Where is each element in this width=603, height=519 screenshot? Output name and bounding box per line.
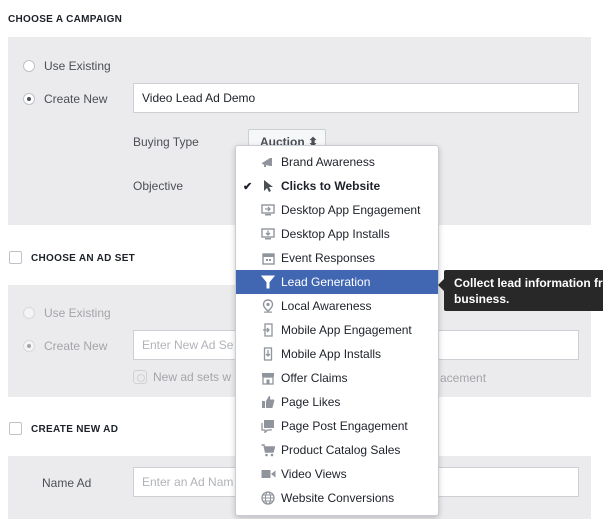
- objective-option-website-conversions[interactable]: Website Conversions: [236, 486, 438, 510]
- adset-section-title: CHOOSE AN AD SET: [31, 253, 136, 264]
- tooltip-line-1: Collect lead information fro: [454, 276, 603, 290]
- objective-option-label: Mobile App Installs: [281, 347, 382, 361]
- tooltip-line-2: business.: [454, 292, 510, 306]
- adset-note-left: New ad sets w: [153, 370, 232, 384]
- adset-note-right: acement: [440, 371, 487, 385]
- objective-option-lead-generation[interactable]: Lead Generation: [236, 270, 438, 294]
- campaign-name-input[interactable]: Video Lead Ad Demo: [133, 83, 579, 113]
- lead-generation-tooltip: Collect lead information fro business.: [438, 270, 603, 311]
- megaphone-icon: [260, 154, 276, 170]
- funnel-icon: [260, 274, 276, 290]
- mobile-install-icon: [260, 346, 276, 362]
- objective-option-offer-claims[interactable]: Offer Claims: [236, 366, 438, 390]
- cart-icon: [260, 442, 276, 458]
- objective-option-label: Lead Generation: [281, 275, 371, 289]
- objective-option-page-post-engagement[interactable]: Page Post Engagement: [236, 414, 438, 438]
- objective-option-label: Local Awareness: [281, 299, 372, 313]
- objective-option-label: Website Conversions: [281, 491, 395, 505]
- thumbs-up-icon: [260, 394, 276, 410]
- objective-option-video-views[interactable]: Video Views: [236, 462, 438, 486]
- globe-icon: [260, 490, 276, 506]
- campaign-create-new-radio[interactable]: Create New: [23, 92, 107, 106]
- objective-dropdown[interactable]: Brand Awareness ✔ Clicks to Website Desk…: [235, 145, 439, 516]
- radio-circle-checked[interactable]: [23, 340, 35, 352]
- mobile-engage-icon: [260, 322, 276, 338]
- adset-create-new-label: Create New: [44, 339, 108, 353]
- instagram-icon: [133, 370, 147, 384]
- campaign-create-new-label: Create New: [44, 92, 108, 106]
- video-icon: [260, 466, 276, 482]
- ad-section-title: CREATE NEW AD: [31, 424, 119, 435]
- objective-option-label: Mobile App Engagement: [281, 323, 412, 337]
- ad-section-checkbox[interactable]: [9, 422, 22, 435]
- objective-option-page-likes[interactable]: Page Likes: [236, 390, 438, 414]
- ad-name-label: Name Ad: [42, 476, 92, 490]
- radio-circle-checked[interactable]: [23, 93, 35, 105]
- checkmark-icon: ✔: [243, 180, 253, 193]
- post-icon: [260, 418, 276, 434]
- objective-option-label: Page Post Engagement: [281, 419, 408, 433]
- radio-circle[interactable]: [23, 60, 35, 72]
- objective-option-local-awareness[interactable]: Local Awareness: [236, 294, 438, 318]
- campaign-use-existing-radio[interactable]: Use Existing: [23, 59, 111, 73]
- objective-option-product-catalog-sales[interactable]: Product Catalog Sales: [236, 438, 438, 462]
- objective-option-label: Product Catalog Sales: [281, 443, 401, 457]
- objective-option-brand-awareness[interactable]: Brand Awareness: [236, 150, 438, 174]
- desktop-install-icon: [260, 226, 276, 242]
- objective-option-clicks-to-website[interactable]: ✔ Clicks to Website: [236, 174, 438, 198]
- radio-circle[interactable]: [23, 307, 35, 319]
- objective-option-mobile-app-engagement[interactable]: Mobile App Engagement: [236, 318, 438, 342]
- objective-option-event-responses[interactable]: Event Responses: [236, 246, 438, 270]
- adset-note: New ad sets w: [133, 370, 231, 384]
- buying-type-label: Buying Type: [133, 135, 199, 149]
- objective-option-label: Desktop App Engagement: [281, 203, 421, 217]
- objective-option-label: Video Views: [281, 467, 347, 481]
- cursor-icon: [260, 178, 276, 194]
- objective-option-desktop-app-installs[interactable]: Desktop App Installs: [236, 222, 438, 246]
- campaign-section-title: CHOOSE A CAMPAIGN: [8, 14, 123, 25]
- calendar-icon: [260, 250, 276, 266]
- adset-create-new-radio[interactable]: Create New: [23, 339, 107, 353]
- desktop-engage-icon: [260, 202, 276, 218]
- store-icon: [260, 370, 276, 386]
- adset-use-existing-radio[interactable]: Use Existing: [23, 306, 111, 320]
- objective-option-label: Desktop App Installs: [281, 227, 390, 241]
- objective-option-desktop-app-engagement[interactable]: Desktop App Engagement: [236, 198, 438, 222]
- objective-option-label: Offer Claims: [281, 371, 348, 385]
- objective-option-label: Brand Awareness: [281, 155, 375, 169]
- campaign-use-existing-label: Use Existing: [44, 59, 111, 73]
- adset-use-existing-label: Use Existing: [44, 306, 111, 320]
- objective-option-label: Event Responses: [281, 251, 376, 265]
- objective-option-label: Page Likes: [281, 395, 341, 409]
- pin-icon: [260, 298, 276, 314]
- objective-label: Objective: [133, 179, 184, 193]
- objective-option-mobile-app-installs[interactable]: Mobile App Installs: [236, 342, 438, 366]
- adset-section-checkbox[interactable]: [9, 251, 22, 264]
- objective-option-label: Clicks to Website: [281, 179, 381, 193]
